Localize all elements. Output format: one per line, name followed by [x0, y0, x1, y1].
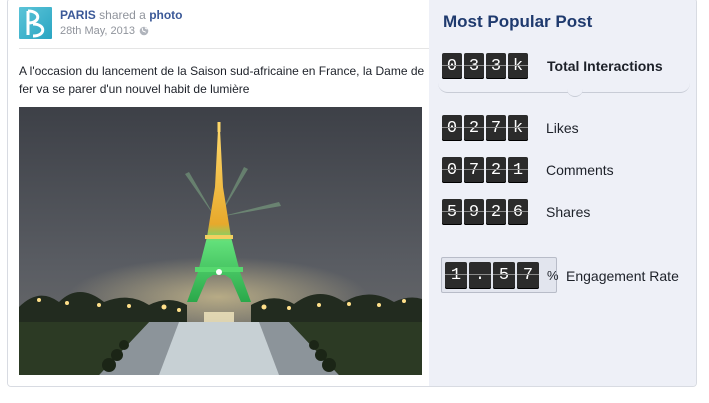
total-box-notch [567, 89, 583, 97]
counter-digit: 3 [464, 53, 484, 79]
post-date[interactable]: 28th May, 2013 [60, 25, 135, 37]
counter-digit: 1 [445, 262, 467, 289]
post-photo[interactable] [19, 107, 422, 375]
counter-digit: 2 [464, 115, 484, 141]
post-card: PARIS shared a photo 28th May, 2013 A l'… [7, 0, 697, 387]
percent-sign: % [547, 268, 559, 283]
engagement-rate-counter: 1 . 5 7 [445, 262, 539, 289]
action-text: shared a [99, 8, 146, 22]
counter-digit: 1 [508, 157, 528, 183]
engagement-rate-box: 1 . 5 7 % [441, 257, 559, 293]
counter-digit: 0 [442, 115, 462, 141]
total-interactions-counter: 0 3 3 k [442, 53, 528, 79]
eiffel-tower-night-photo [19, 107, 422, 375]
counter-digit: 9 [464, 199, 484, 225]
counter-digit: . [469, 262, 491, 289]
counter-digit: 3 [486, 53, 506, 79]
counter-digit: 7 [517, 262, 539, 289]
post-section: PARIS shared a photo 28th May, 2013 A l'… [8, 0, 429, 386]
panel-title: Most Popular Post [443, 12, 593, 31]
shares-label: Shares [546, 204, 591, 220]
counter-digit: 7 [464, 157, 484, 183]
divider [19, 48, 429, 49]
engagement-rate-label: Engagement Rate [566, 268, 679, 284]
counter-digit: 2 [486, 157, 506, 183]
object-link[interactable]: photo [149, 8, 182, 22]
popular-post-panel: Most Popular Post 0 3 3 k Total Interact… [429, 0, 696, 386]
total-interactions-label: Total Interactions [547, 58, 663, 74]
counter-digit: 2 [486, 199, 506, 225]
likes-label: Likes [546, 120, 579, 136]
paris-logo-icon [26, 9, 45, 38]
globe-icon [139, 26, 149, 36]
author-link[interactable]: PARIS [60, 8, 96, 22]
counter-digit: 5 [493, 262, 515, 289]
counter-digit: 0 [442, 53, 462, 79]
post-meta: 28th May, 2013 [60, 25, 149, 37]
page-avatar[interactable] [19, 7, 52, 39]
comments-counter: 0 7 2 1 [442, 157, 528, 183]
likes-counter: 0 2 7 k [442, 115, 528, 141]
counter-digit: 5 [442, 199, 462, 225]
counter-digit: k [508, 115, 528, 141]
shares-counter: 5 9 2 6 [442, 199, 528, 225]
counter-digit: k [508, 53, 528, 79]
counter-digit: 7 [486, 115, 506, 141]
counter-digit: 0 [442, 157, 462, 183]
post-caption: A l'occasion du lancement de la Saison s… [19, 64, 425, 96]
counter-digit: 6 [508, 199, 528, 225]
post-header: PARIS shared a photo [60, 8, 183, 22]
comments-label: Comments [546, 162, 614, 178]
